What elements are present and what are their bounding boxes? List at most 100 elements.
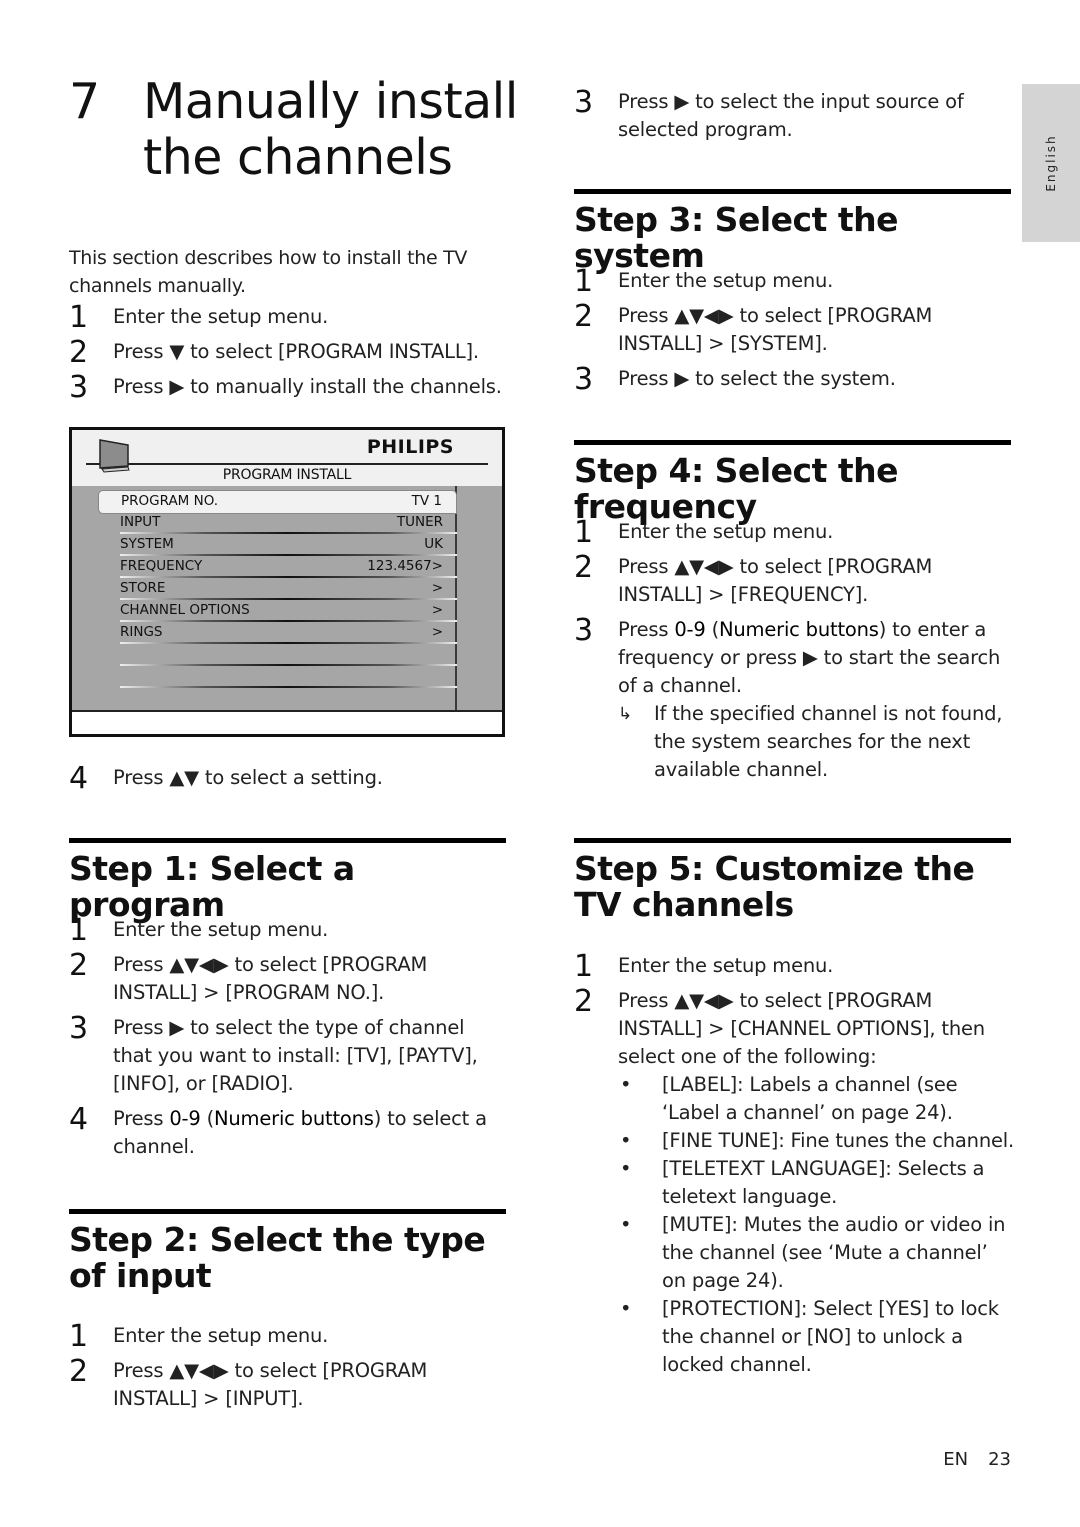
divider <box>86 463 488 465</box>
intro-paragraph: This section describes how to install th… <box>69 247 468 297</box>
section-divider <box>574 440 1011 445</box>
step-number: 1 <box>574 949 593 984</box>
step-text: Press ▲▼◀▶ to select [PROGRAM INSTALL] >… <box>618 989 985 1068</box>
step-text: Press ▲▼◀▶ to select [PROGRAM INSTALL] >… <box>113 1359 428 1410</box>
step-item: 3 Press ▶ to select the input source of s… <box>574 85 1011 144</box>
after-menu-step: 4 Press ▲▼ to select a setting. <box>69 761 506 796</box>
step-text: Press ▲▼ to select a setting. <box>113 766 383 789</box>
step-text: Enter the setup menu. <box>113 1324 329 1347</box>
tv-menu-footer <box>72 710 502 734</box>
tv-menu-row-input[interactable]: INPUT TUNER <box>108 512 457 534</box>
row-label: CHANNEL OPTIONS <box>120 602 250 618</box>
step-item: 2 Press ▲▼◀▶ to select [PROGRAM INSTALL] … <box>574 301 1011 358</box>
footer-language: EN <box>943 1449 969 1470</box>
tv-menu-body: PROGRAM NO. TV 1 INPUT TUNER SYSTEM UK FREQ… <box>72 486 502 710</box>
key-label: Numeric buttons <box>213 1107 374 1130</box>
step-item: 1 Enter the setup menu. <box>69 915 506 947</box>
step-text: Enter the setup menu. <box>618 520 834 543</box>
row-value: > <box>431 602 443 618</box>
step-item: 3 Press ▶ to manually install the channel… <box>69 370 506 405</box>
tv-menu-row-store[interactable]: STORE > <box>108 578 457 600</box>
section-title-step1: Step 1: Select a program <box>69 849 355 924</box>
tv-menu-row-frequency[interactable]: FREQUENCY 123.4567> <box>108 556 457 578</box>
page-number: 23 <box>988 1449 1011 1470</box>
step-text: Press ▶ to manually install the channels… <box>113 375 502 398</box>
section-divider <box>69 1209 506 1214</box>
step-number: 2 <box>69 335 88 370</box>
section-title-step3: Step 3: Select the system <box>574 200 899 275</box>
step-item: 1 Enter the setup menu. <box>69 1319 506 1354</box>
bullet-item: • [LABEL]: Labels a channel (see ‘Label a… <box>618 1071 1014 1127</box>
step-text: Press ▶ to select the system. <box>618 367 896 390</box>
tv-menu-row-channel-options[interactable]: CHANNEL OPTIONS > <box>108 600 457 622</box>
step-item: 1 Enter the setup menu. <box>69 302 506 334</box>
step-text: Press ▶ to select the input source of se… <box>618 90 964 141</box>
section-title-step2: Step 2: Select the type of input <box>69 1220 486 1295</box>
option-text: : Fine tunes the channel. <box>778 1129 1015 1152</box>
key-label: Numeric buttons <box>718 618 879 641</box>
chapter-number: 7 <box>69 73 100 130</box>
step-number: 4 <box>69 1102 88 1137</box>
bullet-icon: • <box>620 1297 632 1320</box>
row-label: STORE <box>120 580 166 596</box>
philips-logo: PHILIPS <box>366 436 454 458</box>
step2-list-continued: 3 Press ▶ to select the input source of s… <box>574 85 1011 144</box>
step-text: Press ▲▼◀▶ to select [PROGRAM INSTALL] >… <box>618 304 933 355</box>
step-number: 2 <box>69 1354 88 1389</box>
section-divider <box>574 189 1011 194</box>
section-title-step5: Step 5: Customize the TV channels <box>574 849 975 924</box>
row-value: > <box>431 624 443 640</box>
result-arrow-icon: ↳ <box>618 704 633 724</box>
bullet-item: • [TELETEXT LANGUAGE]: Selects a teletext… <box>618 1155 1014 1211</box>
note-text: If the specified channel is not found, t… <box>654 702 1003 781</box>
row-value: UK <box>424 536 443 552</box>
step-number: 3 <box>574 362 593 397</box>
row-label: RINGS <box>120 624 163 640</box>
step-number: 2 <box>574 550 593 585</box>
section-divider <box>574 838 1011 843</box>
step3-list: 1 Enter the setup menu. 2 Press ▲▼◀▶ to se… <box>574 264 1011 397</box>
row-label: FREQUENCY <box>120 558 203 574</box>
bullet-item: • [FINE TUNE]: Fine tunes the channel. <box>618 1127 1014 1155</box>
bullet-icon: • <box>620 1213 632 1236</box>
step-item: 2 Press ▲▼◀▶ to select [PROGRAM INSTALL] … <box>574 986 1014 1379</box>
step-text: Press ▼ to select [PROGRAM INSTALL]. <box>113 340 479 363</box>
row-label: SYSTEM <box>120 536 174 552</box>
step-item: 2 Press ▲▼◀▶ to select [PROGRAM INSTALL] … <box>69 948 506 1007</box>
step-item: 4 Press 0-9 (Numeric buttons) to select a… <box>69 1102 506 1161</box>
step5-list: 1 Enter the setup menu. 2 Press ▲▼◀▶ to se… <box>574 949 1014 1379</box>
bullet-item: • [PROTECTION]: Select [YES] to lock the … <box>618 1295 1014 1379</box>
tv-menu-row-empty <box>108 666 457 688</box>
step-number: 2 <box>69 948 88 983</box>
step-item: 2 Press ▲▼◀▶ to select [PROGRAM INSTALL] … <box>574 550 1011 609</box>
step1-list: 1 Enter the setup menu. 2 Press ▲▼◀▶ to se… <box>69 915 506 1161</box>
chapter-title-text: Manually install the channels <box>143 73 518 186</box>
key-label: 0-9 <box>674 618 706 641</box>
section-divider <box>69 838 506 843</box>
option-key: [MUTE] <box>662 1213 732 1236</box>
row-value: TUNER <box>396 514 443 530</box>
tv-menu-row-program-no[interactable]: PROGRAM NO. TV 1 <box>98 490 457 514</box>
tv-menu-row-system[interactable]: SYSTEM UK <box>108 534 457 556</box>
step-item: 2 Press ▲▼◀▶ to select [PROGRAM INSTALL] … <box>69 1354 506 1413</box>
step-text: Enter the setup menu. <box>113 918 329 941</box>
step-item: 1 Enter the setup menu. <box>574 515 1011 550</box>
intro-steps: 1 Enter the setup menu. 2 Press ▼ to selec… <box>69 302 506 405</box>
step-text: Enter the setup menu. <box>618 269 834 292</box>
row-value: > <box>431 580 443 596</box>
option-key: [PROTECTION] <box>662 1297 801 1320</box>
bullet-icon: • <box>620 1129 632 1152</box>
step-number: 1 <box>574 264 593 299</box>
step-number: 3 <box>574 85 593 120</box>
option-key: [FINE TUNE] <box>662 1129 779 1152</box>
step-number: 1 <box>69 1319 88 1354</box>
tv-menu-row-rings[interactable]: RINGS > <box>108 622 457 644</box>
step-number: 4 <box>69 761 88 796</box>
step-item: 3 Press ▶ to select the system. <box>574 362 1011 397</box>
step-text: Enter the setup menu. <box>618 954 834 977</box>
step-number: 3 <box>69 370 88 405</box>
page-footer: EN 23 <box>943 1449 1011 1470</box>
step-number: 1 <box>574 515 593 550</box>
row-label: INPUT <box>120 514 161 530</box>
option-key: [NO] <box>806 1325 852 1348</box>
